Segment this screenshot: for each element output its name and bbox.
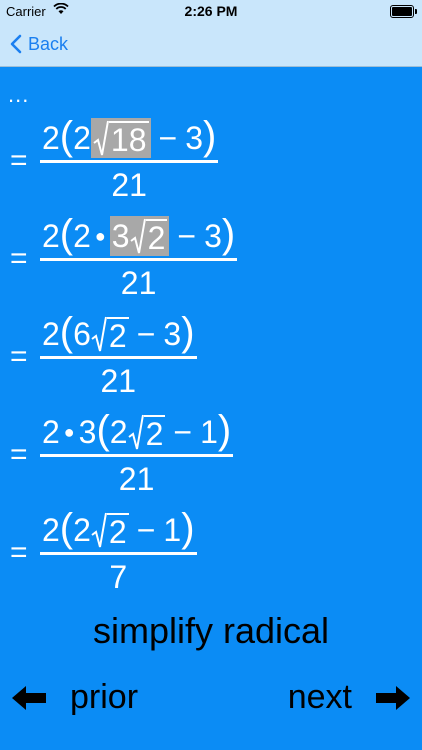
fraction: 2 ( 2 2 − 1 ) 7 (40, 508, 197, 595)
rule-label: simplify radical (92, 610, 330, 651)
coefficient: 6 (73, 315, 91, 352)
denominator: 7 (109, 559, 128, 595)
close-paren: ) (203, 114, 217, 158)
denominator: 21 (118, 461, 155, 497)
coefficient: 2 (42, 511, 60, 548)
next-button[interactable]: next (288, 678, 410, 717)
denominator: 21 (120, 265, 157, 301)
denominator: 21 (111, 167, 147, 203)
prior-label: prior (70, 678, 139, 716)
equals-sign: = (10, 438, 28, 471)
numerator: 2 ( 2 18 − 3 ) (40, 116, 218, 160)
fraction: 2 ( 2 18 − 3 ) 21 (40, 116, 219, 203)
close-paren: ) (217, 408, 232, 452)
radical: 2 (129, 217, 168, 256)
numerator: 2 ( 2 2 − 1 ) (40, 508, 197, 552)
highlighted-term: 18 (90, 118, 151, 158)
status-time: 2:26 PM (184, 3, 238, 19)
battery-icon (390, 5, 417, 18)
open-paren: ( (59, 114, 74, 158)
fraction: 2 ● 3 ( 2 2 − 1 ) 21 (40, 410, 234, 497)
coefficient: 2 (42, 119, 60, 156)
next-label: next (287, 678, 352, 716)
coefficient: 2 (73, 119, 91, 156)
constant: 1 (163, 511, 182, 548)
radical-sign-icon (93, 120, 109, 156)
radicand: 2 (145, 219, 168, 256)
multiply-dot: ● (94, 225, 106, 246)
constant: 3 (163, 315, 182, 352)
highlighted-term: 3 2 (109, 216, 170, 256)
radical: 18 (93, 119, 149, 157)
radical-sign-icon (91, 316, 107, 352)
open-paren: ( (59, 310, 74, 354)
radical-coefficient: 3 (111, 217, 130, 254)
arrow-left-icon (12, 685, 46, 710)
open-paren: ( (96, 408, 110, 452)
coefficient: 2 (42, 413, 60, 450)
numerator: 2 ( 6 2 − 3 ) (40, 312, 197, 356)
radicand: 18 (108, 121, 149, 158)
chevron-left-icon (10, 34, 22, 54)
coefficient: 2 (109, 413, 128, 450)
close-paren: ) (181, 310, 195, 354)
status-bar: Carrier 2:26 PM (0, 0, 422, 22)
coefficient: 2 (73, 511, 91, 548)
coefficient: 3 (78, 413, 97, 450)
equals-sign: = (10, 242, 28, 275)
radical: 2 (91, 315, 129, 353)
constant: 3 (204, 217, 222, 254)
close-paren: ) (221, 212, 236, 256)
radicand: 2 (106, 317, 129, 354)
radical-sign-icon (127, 414, 144, 450)
minus-sign: − (177, 217, 197, 254)
coefficient: 2 (42, 315, 60, 352)
constant: 1 (200, 413, 218, 450)
fraction: 2 ( 6 2 − 3 ) 21 (40, 312, 197, 399)
fraction: 2 ( 2 ● 3 2 − 3 ) 21 (40, 214, 238, 301)
close-paren: ) (181, 506, 195, 550)
arrow-right-icon (376, 685, 410, 710)
numerator: 2 ( 2 ● 3 2 − 3 ) (40, 214, 237, 258)
numerator: 2 ● 3 ( 2 2 − 1 ) (40, 410, 233, 454)
minus-sign: − (173, 413, 193, 450)
minus-sign: − (136, 511, 156, 548)
constant: 3 (185, 119, 203, 156)
equals-sign: = (10, 536, 28, 569)
equals-sign: = (10, 144, 28, 177)
radical-sign-icon (129, 218, 146, 254)
minus-sign: − (158, 119, 178, 156)
coefficient: 2 (73, 217, 91, 254)
open-paren: ( (59, 212, 74, 256)
radical: 2 (127, 413, 166, 452)
ellipsis-text: ... (8, 82, 30, 107)
equals-sign: = (10, 340, 28, 373)
radicand: 2 (143, 415, 166, 452)
back-button[interactable]: Back (10, 30, 68, 58)
radical: 2 (91, 511, 129, 549)
multiply-dot: ● (63, 421, 75, 442)
back-label: Back (28, 33, 69, 54)
radical-sign-icon (91, 512, 107, 548)
coefficient: 2 (42, 217, 60, 254)
minus-sign: − (136, 315, 156, 352)
denominator: 21 (100, 363, 137, 399)
radicand: 2 (106, 513, 129, 550)
prior-button[interactable]: prior (12, 678, 138, 717)
navigation-bar: Back (0, 22, 422, 67)
open-paren: ( (59, 506, 74, 550)
